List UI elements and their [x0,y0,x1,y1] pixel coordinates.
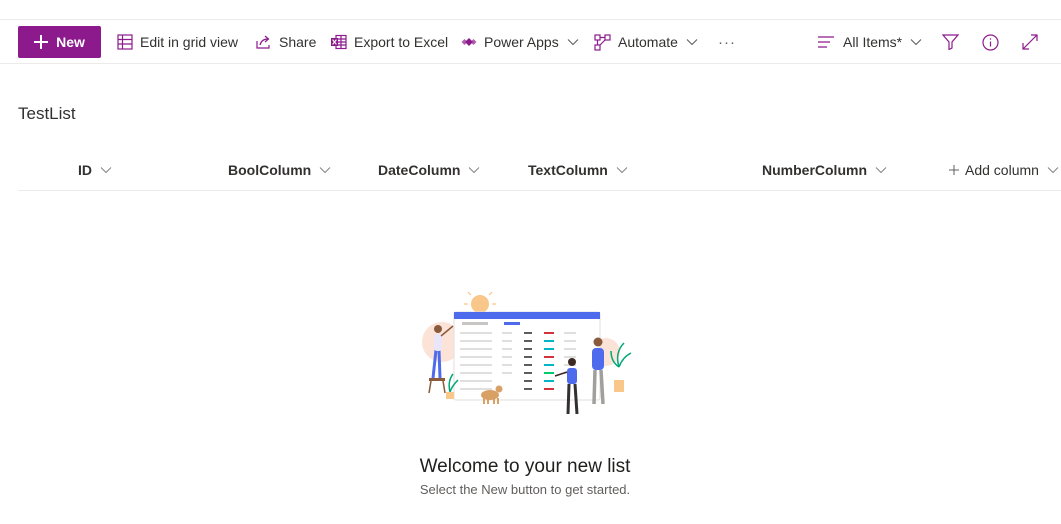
chevron-down-icon [1047,167,1059,174]
add-column-label: Add column [965,162,1039,178]
new-button-label: New [56,34,85,50]
column-header-row: ID BoolColumn DateColumn TextColumn Numb… [18,150,1061,191]
more-options-button[interactable]: ··· [718,26,736,58]
more-options-label: ··· [718,33,736,51]
chevron-down-icon [616,167,628,174]
column-header-label: TextColumn [528,162,608,178]
column-header-datecolumn[interactable]: DateColumn [378,150,480,190]
power-apps-menu[interactable]: Power Apps [461,26,579,58]
column-header-numbercolumn[interactable]: NumberColumn [762,150,887,190]
filter-icon [941,34,959,50]
expand-icon [1022,34,1038,50]
command-bar: New Edit in grid view Share Export to Ex… [0,20,1061,64]
fullscreen-button[interactable] [1016,28,1044,56]
info-icon [981,33,999,51]
edit-grid-view-button[interactable]: Edit in grid view [117,26,238,58]
view-switcher[interactable]: All Items* [818,26,922,58]
list-title: TestList [18,104,76,123]
share-icon [256,35,270,49]
power-apps-label: Power Apps [484,34,559,50]
power-apps-icon [461,38,477,46]
empty-list-illustration [422,292,632,415]
add-column-button[interactable]: Add column [949,150,1059,190]
share-button[interactable]: Share [255,26,316,58]
view-switcher-label: All Items* [843,34,903,50]
chevron-down-icon [686,39,698,46]
plus-icon [34,35,49,49]
new-button[interactable]: New [18,26,101,58]
automate-icon [594,33,611,51]
column-header-label: BoolColumn [228,162,312,178]
export-excel-label: Export to Excel [354,34,449,50]
export-excel-button[interactable]: Export to Excel [330,26,448,58]
chevron-down-icon [910,39,922,46]
chevron-down-icon [319,167,331,174]
automate-label: Automate [618,34,678,50]
grid-icon [117,34,133,50]
info-button[interactable] [976,28,1004,56]
empty-state-title: Welcome to your new list [419,456,631,477]
plus-icon [949,165,959,175]
chevron-down-icon [875,167,887,174]
excel-icon [331,34,347,50]
chevron-down-icon [567,39,579,46]
column-header-id[interactable]: ID [78,150,112,190]
chevron-down-icon [469,167,480,174]
view-list-icon [818,36,834,48]
filter-button[interactable] [936,28,964,56]
column-header-label: DateColumn [378,162,461,178]
column-header-label: ID [78,162,92,178]
automate-menu[interactable]: Automate [594,26,698,58]
column-header-textcolumn[interactable]: TextColumn [528,150,628,190]
column-header-boolcolumn[interactable]: BoolColumn [228,150,331,190]
share-label: Share [279,34,317,50]
edit-grid-view-label: Edit in grid view [140,34,239,50]
chevron-down-icon [100,167,112,174]
column-header-label: NumberColumn [762,162,867,178]
empty-state-subtitle: Select the New button to get started. [419,482,631,497]
